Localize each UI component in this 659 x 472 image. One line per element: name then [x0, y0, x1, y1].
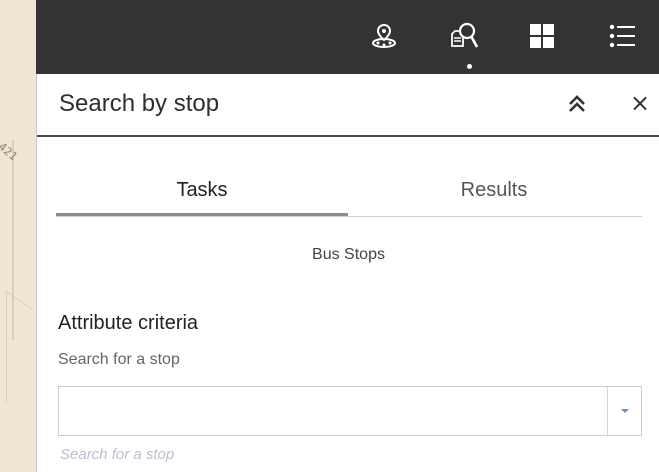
attribute-criteria-heading: Attribute criteria [58, 312, 199, 334]
tab-bar: Tasks Results [56, 166, 642, 217]
grid-icon [530, 24, 554, 48]
tab-selected-indicator [56, 213, 348, 216]
map-feature [6, 290, 33, 421]
dropdown-button[interactable] [607, 387, 641, 435]
active-tool-indicator [467, 64, 472, 69]
location-pin-icon [372, 23, 396, 48]
tab-results[interactable]: Results [348, 166, 640, 214]
search-document-icon [451, 22, 479, 48]
map-background[interactable]: 421 [0, 0, 36, 472]
panel-header: Search by stop × [37, 74, 659, 137]
map-label: 421 [0, 140, 21, 164]
search-hint: Search for a stop [60, 446, 175, 463]
top-toolbar [36, 0, 659, 74]
layer-name: Bus Stops [312, 246, 385, 263]
search-combobox [58, 386, 642, 436]
search-tool-button[interactable] [446, 18, 482, 54]
chevron-down-icon [620, 409, 629, 413]
search-panel: Search by stop × Tasks Results Bus Stops… [36, 74, 659, 472]
search-input[interactable] [59, 387, 607, 435]
panel-title: Search by stop [59, 90, 220, 117]
double-chevron-up-icon [569, 95, 585, 112]
location-pin-button[interactable] [366, 18, 402, 54]
search-field-label: Search for a stop [58, 351, 180, 368]
list-icon [609, 24, 635, 48]
layer-list-button[interactable] [604, 18, 640, 54]
close-button[interactable]: × [625, 88, 655, 118]
collapse-button[interactable] [563, 90, 591, 118]
widgets-grid-button[interactable] [524, 18, 560, 54]
tab-tasks[interactable]: Tasks [56, 166, 348, 214]
